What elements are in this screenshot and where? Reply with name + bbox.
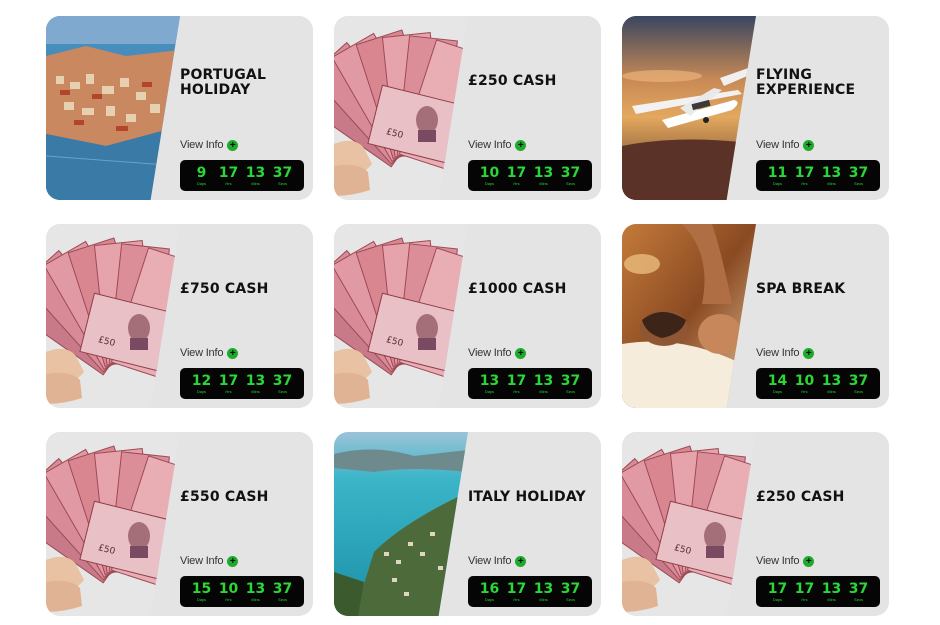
plus-icon: +	[515, 347, 527, 359]
countdown-timer: 16 Days 17 Hrs 13 Mins 37 Secs	[468, 576, 592, 607]
countdown-timer: 9 Days 17 Hrs 13 Mins 37 Secs	[180, 160, 304, 191]
timer-minutes: 13 Mins	[821, 164, 842, 186]
plus-icon: +	[227, 555, 239, 567]
view-info-link[interactable]: View Info +	[756, 139, 815, 151]
view-info-link[interactable]: View Info +	[468, 139, 527, 151]
prize-card-250-cash[interactable]: £250 CASH View Info + 17 Days 17 Hrs 13 Mins…	[622, 432, 889, 616]
timer-hours: 17 Hrs	[218, 372, 239, 394]
italy-photo	[334, 432, 468, 616]
view-info-link[interactable]: View Info +	[468, 555, 527, 567]
prize-title: £1000 CASH	[468, 281, 567, 297]
prize-title: ITALY HOLIDAY	[468, 489, 586, 505]
timer-minutes: 13 Mins	[821, 580, 842, 602]
timer-hours: 17 Hrs	[794, 580, 815, 602]
prize-card-portugal-holiday[interactable]: PORTUGAL HOLIDAY View Info + 9 Days 17 Hrs …	[46, 16, 313, 200]
cash-photo	[46, 432, 180, 616]
prize-title: £250 CASH	[468, 73, 557, 89]
timer-hours: 17 Hrs	[506, 372, 527, 394]
plus-icon: +	[803, 139, 815, 151]
timer-days: 11 Days	[767, 164, 788, 186]
timer-seconds: 37 Secs	[560, 164, 581, 186]
timer-minutes: 13 Mins	[245, 372, 266, 394]
timer-seconds: 37 Secs	[560, 372, 581, 394]
timer-days: 15 Days	[191, 580, 212, 602]
timer-minutes: 13 Mins	[533, 580, 554, 602]
timer-minutes: 13 Mins	[821, 372, 842, 394]
timer-seconds: 37 Secs	[272, 164, 293, 186]
plus-icon: +	[515, 139, 527, 151]
prize-title: £750 CASH	[180, 281, 269, 297]
prize-card-spa-break[interactable]: SPA BREAK View Info + 14 Days 10 Hrs 13 Mins…	[622, 224, 889, 408]
cash-photo	[334, 16, 468, 200]
spa-photo	[622, 224, 756, 408]
timer-days: 17 Days	[767, 580, 788, 602]
view-info-link[interactable]: View Info +	[756, 555, 815, 567]
timer-minutes: 13 Mins	[245, 580, 266, 602]
plus-icon: +	[803, 347, 815, 359]
timer-hours: 10 Hrs	[218, 580, 239, 602]
timer-days: 10 Days	[479, 164, 500, 186]
timer-seconds: 37 Secs	[272, 372, 293, 394]
timer-hours: 17 Hrs	[506, 580, 527, 602]
plus-icon: +	[803, 555, 815, 567]
prize-title: SPA BREAK	[756, 281, 846, 297]
prize-card-1000-cash[interactable]: £1000 CASH View Info + 13 Days 17 Hrs 13 Min…	[334, 224, 601, 408]
view-info-link[interactable]: View Info +	[180, 139, 239, 151]
plane-photo	[622, 16, 756, 200]
view-info-link[interactable]: View Info +	[180, 555, 239, 567]
countdown-timer: 12 Days 17 Hrs 13 Mins 37 Secs	[180, 368, 304, 399]
countdown-timer: 15 Days 10 Hrs 13 Mins 37 Secs	[180, 576, 304, 607]
timer-minutes: 13 Mins	[533, 164, 554, 186]
timer-seconds: 37 Secs	[848, 580, 869, 602]
timer-days: 16 Days	[479, 580, 500, 602]
plus-icon: +	[515, 555, 527, 567]
timer-seconds: 37 Secs	[848, 164, 869, 186]
countdown-timer: 17 Days 17 Hrs 13 Mins 37 Secs	[756, 576, 880, 607]
cash-photo	[46, 224, 180, 408]
prize-card-750-cash[interactable]: £750 CASH View Info + 12 Days 17 Hrs 13 Mins…	[46, 224, 313, 408]
timer-days: 14 Days	[767, 372, 788, 394]
prize-grid: PORTUGAL HOLIDAY View Info + 9 Days 17 Hrs …	[46, 16, 889, 616]
countdown-timer: 13 Days 17 Hrs 13 Mins 37 Secs	[468, 368, 592, 399]
view-info-link[interactable]: View Info +	[180, 347, 239, 359]
prize-card-550-cash[interactable]: £550 CASH View Info + 15 Days 10 Hrs 13 Mins…	[46, 432, 313, 616]
timer-hours: 10 Hrs	[794, 372, 815, 394]
timer-hours: 17 Hrs	[794, 164, 815, 186]
countdown-timer: 11 Days 17 Hrs 13 Mins 37 Secs	[756, 160, 880, 191]
prize-card-italy-holiday[interactable]: ITALY HOLIDAY View Info + 16 Days 17 Hrs 13…	[334, 432, 601, 616]
cash-photo	[334, 224, 468, 408]
timer-days: 13 Days	[479, 372, 500, 394]
prize-card-250-cash[interactable]: £250 CASH View Info + 10 Days 17 Hrs 13 Mins…	[334, 16, 601, 200]
prize-title: FLYING EXPERIENCE	[756, 67, 856, 98]
cash-photo	[622, 432, 756, 616]
timer-seconds: 37 Secs	[560, 580, 581, 602]
timer-days: 9 Days	[196, 164, 207, 186]
countdown-timer: 14 Days 10 Hrs 13 Mins 37 Secs	[756, 368, 880, 399]
prize-title: PORTUGAL HOLIDAY	[180, 67, 267, 98]
timer-hours: 17 Hrs	[218, 164, 239, 186]
countdown-timer: 10 Days 17 Hrs 13 Mins 37 Secs	[468, 160, 592, 191]
prize-title: £550 CASH	[180, 489, 269, 505]
plus-icon: +	[227, 139, 239, 151]
timer-seconds: 37 Secs	[848, 372, 869, 394]
view-info-link[interactable]: View Info +	[756, 347, 815, 359]
view-info-link[interactable]: View Info +	[468, 347, 527, 359]
prize-card-flying-experience[interactable]: FLYING EXPERIENCE View Info + 11 Days 17 Hr…	[622, 16, 889, 200]
portugal-photo	[46, 16, 180, 200]
timer-days: 12 Days	[191, 372, 212, 394]
timer-minutes: 13 Mins	[245, 164, 266, 186]
timer-minutes: 13 Mins	[533, 372, 554, 394]
plus-icon: +	[227, 347, 239, 359]
timer-hours: 17 Hrs	[506, 164, 527, 186]
prize-title: £250 CASH	[756, 489, 845, 505]
timer-seconds: 37 Secs	[272, 580, 293, 602]
